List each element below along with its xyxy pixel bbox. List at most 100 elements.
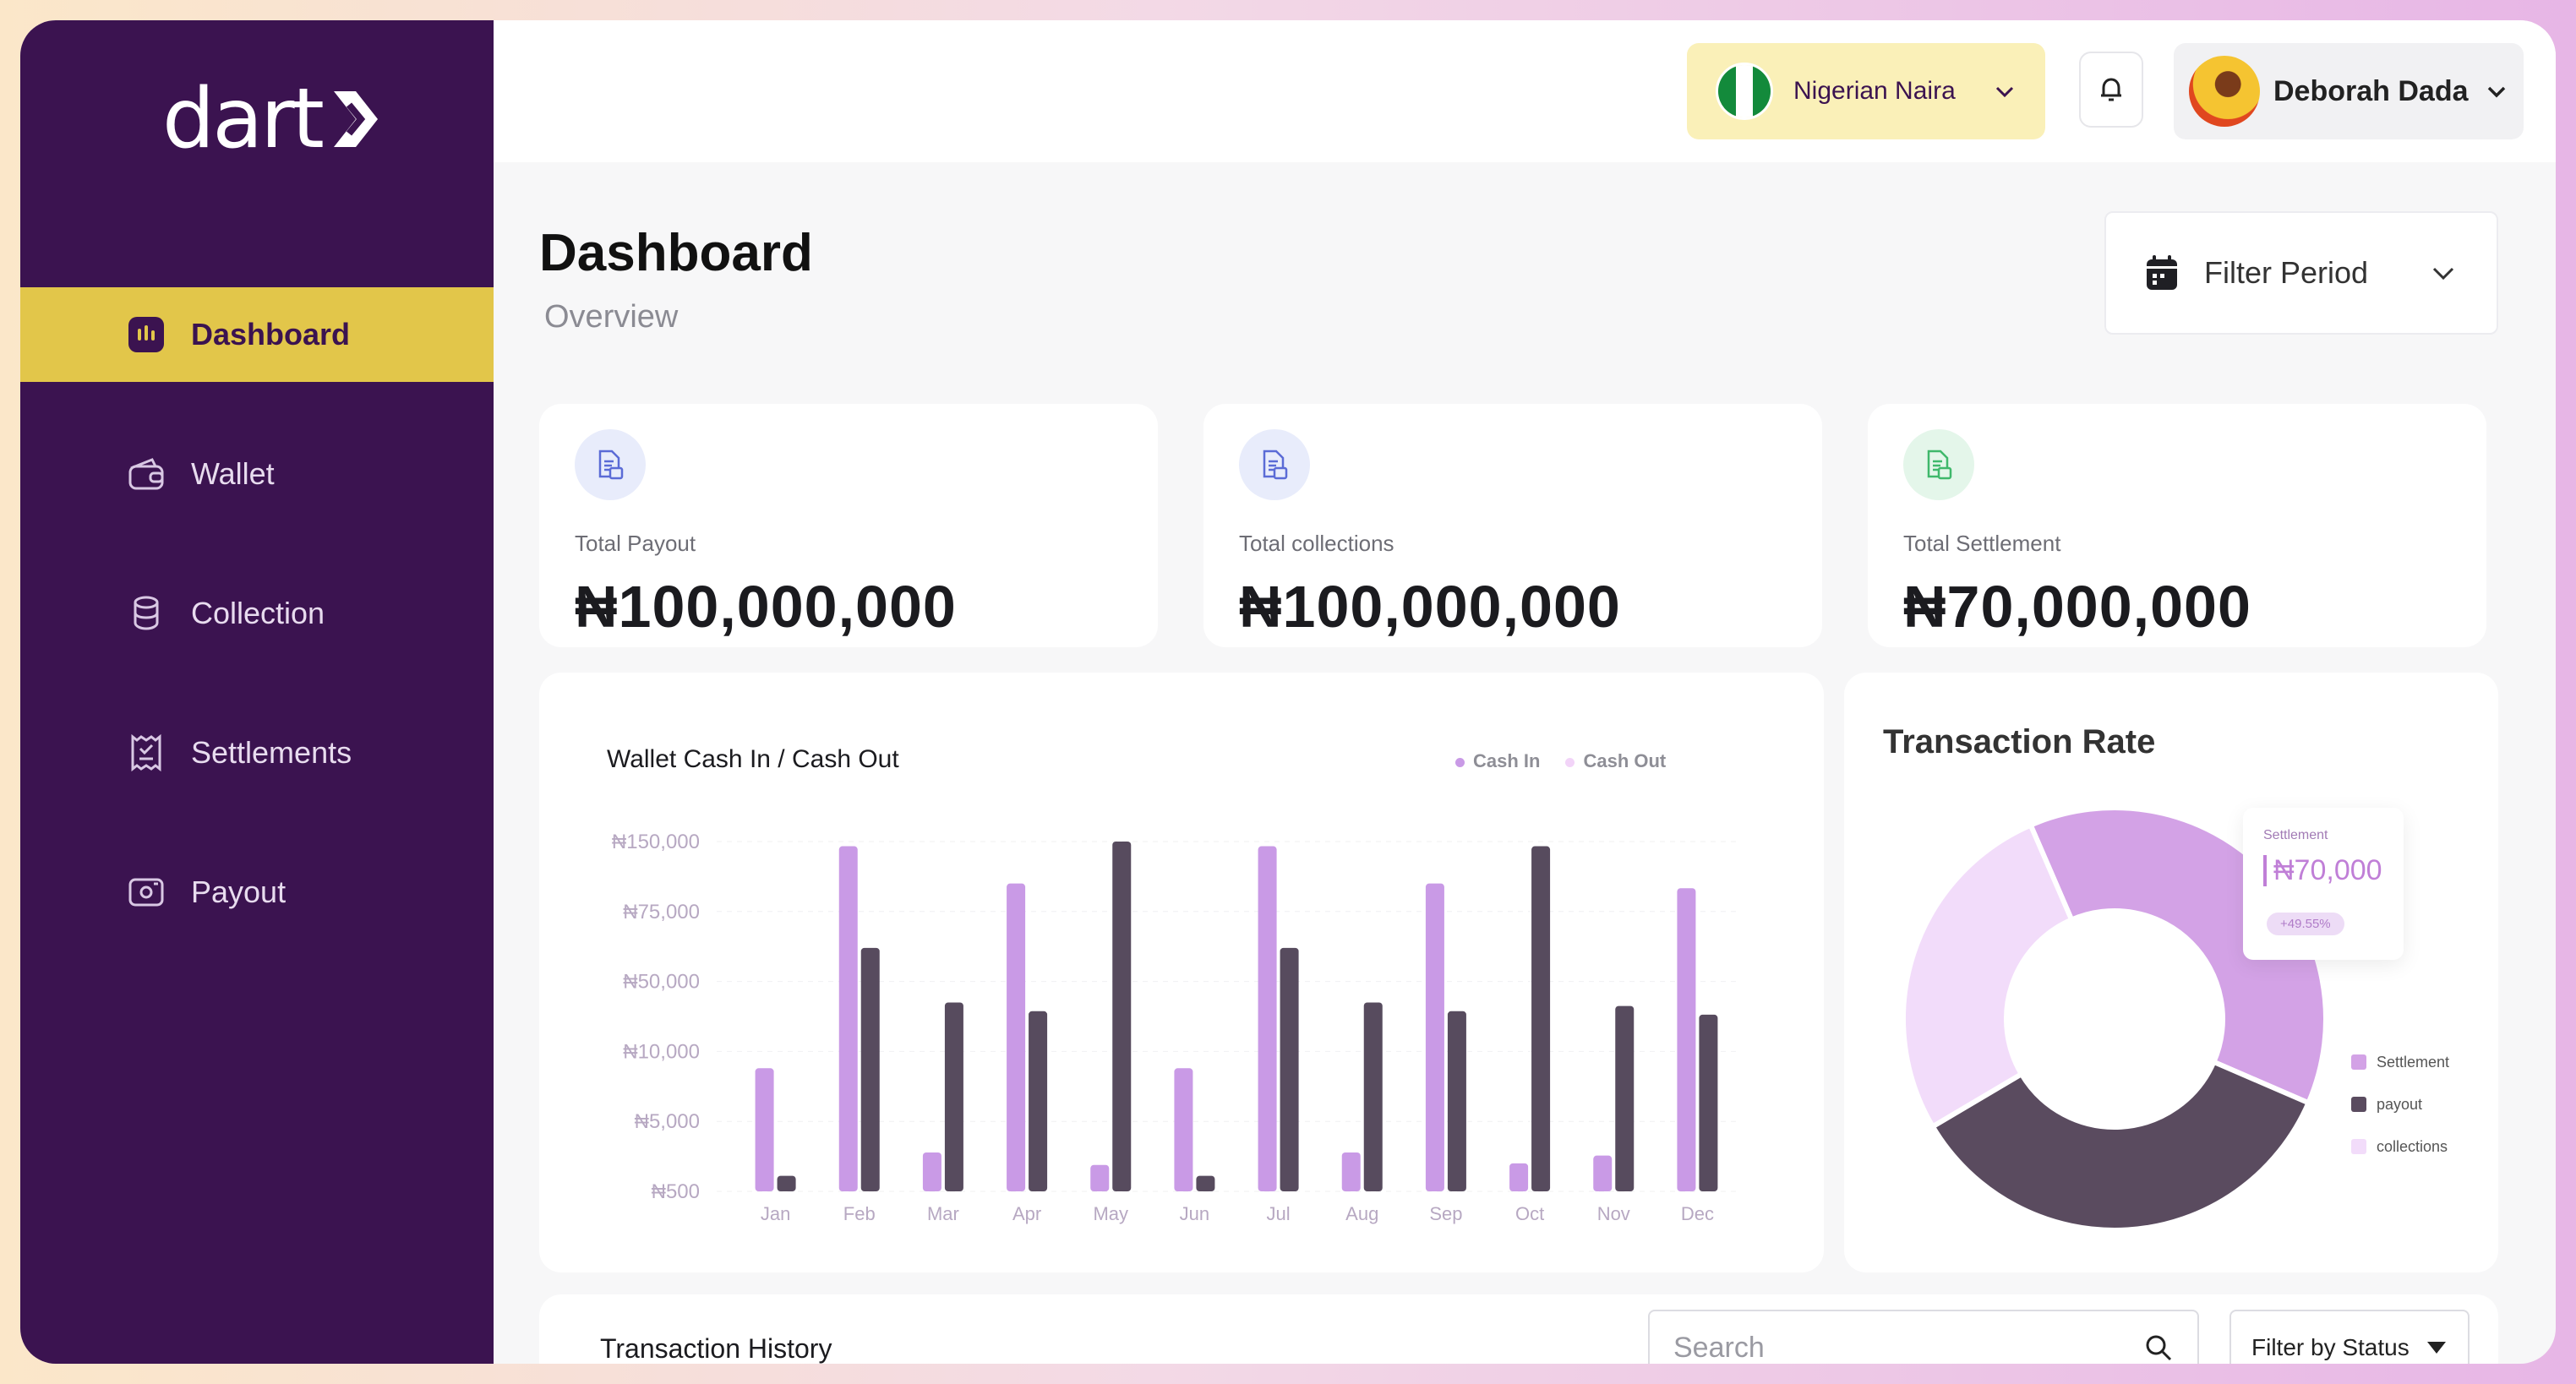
bar-cash-in[interactable]: [922, 1152, 941, 1191]
chevron-down-icon: [1995, 86, 2014, 98]
bar-cash-in[interactable]: [755, 1068, 774, 1191]
document-icon: [575, 429, 646, 500]
x-tick-label: Mar: [927, 1203, 959, 1224]
page-title: Dashboard: [539, 224, 813, 282]
cash-flow-chart-card: Wallet Cash In / Cash Out Cash In Cash O…: [539, 673, 1824, 1272]
bar-cash-out[interactable]: [1531, 846, 1551, 1191]
legend-collections[interactable]: collections: [2351, 1125, 2449, 1168]
donut-slice-collections[interactable]: [1901, 821, 2076, 1131]
wallet-icon: [128, 458, 164, 490]
sidebar-item-label: Dashboard: [191, 317, 351, 351]
sidebar-nav: Dashboard Wallet Collection Settlements …: [20, 287, 494, 984]
app-frame: dart Dashboard Wallet Collection Settlem…: [20, 20, 2556, 1364]
avatar: [2189, 56, 2260, 127]
notification-button[interactable]: [2079, 52, 2143, 128]
sidebar-item-settlements[interactable]: Settlements: [20, 706, 494, 800]
document-icon: [1239, 429, 1310, 500]
calendar-icon: [2147, 255, 2177, 290]
search-placeholder: Search: [1673, 1331, 1765, 1364]
x-tick-label: Jun: [1180, 1203, 1209, 1224]
receipt-icon: [131, 733, 161, 772]
donut-chart: [1901, 805, 2328, 1233]
bar-cash-in[interactable]: [1509, 1163, 1529, 1191]
sidebar-item-label: Payout: [191, 875, 287, 909]
payout-icon: [128, 878, 164, 907]
y-tick-label: ₦500: [652, 1180, 700, 1203]
y-tick-label: ₦5,000: [635, 1110, 700, 1133]
logo[interactable]: dart: [162, 73, 381, 166]
search-icon: [2146, 1335, 2172, 1361]
currency-selector[interactable]: Nigerian Naira: [1687, 43, 2045, 139]
stat-label: Total Payout: [575, 531, 696, 556]
bar-cash-out[interactable]: [1363, 1002, 1383, 1191]
sidebar-item-collection[interactable]: Collection: [20, 566, 494, 661]
x-tick-label: Apr: [1012, 1203, 1041, 1224]
tooltip-change-badge: +49.55%: [2267, 913, 2344, 935]
bell-icon: [2101, 78, 2121, 101]
legend-payout[interactable]: payout: [2351, 1083, 2449, 1125]
coins-icon: [134, 596, 159, 630]
x-tick-label: Dec: [1681, 1203, 1714, 1224]
x-tick-label: Jan: [761, 1203, 790, 1224]
bar-cash-out[interactable]: [1029, 1011, 1048, 1191]
status-filter-dropdown[interactable]: Filter by Status: [2229, 1310, 2470, 1364]
caret-down-icon: [2427, 1342, 2446, 1354]
bar-cash-in[interactable]: [1341, 1152, 1361, 1191]
legend-settlement[interactable]: Settlement: [2351, 1041, 2449, 1083]
document-icon: [1903, 429, 1974, 500]
nigeria-flag-icon: [1716, 63, 1773, 120]
bar-cash-in[interactable]: [1174, 1068, 1193, 1191]
sidebar-item-payout[interactable]: Payout: [20, 845, 494, 940]
bar-cash-in[interactable]: [1425, 883, 1444, 1191]
filter-period-label: Filter Period: [2204, 255, 2369, 290]
x-tick-label: Oct: [1515, 1203, 1544, 1224]
bar-cash-out[interactable]: [1112, 842, 1132, 1191]
tooltip-label: Settlement: [2263, 828, 2328, 842]
x-tick-label: Feb: [843, 1203, 876, 1224]
sidebar-item-label: Wallet: [191, 456, 275, 491]
filter-period-dropdown[interactable]: Filter Period: [2104, 211, 2498, 335]
bar-cash-in[interactable]: [1677, 888, 1696, 1191]
sidebar: dart Dashboard Wallet Collection Settlem…: [20, 20, 494, 1364]
search-input[interactable]: Search: [1648, 1310, 2199, 1364]
sidebar-item-wallet[interactable]: Wallet: [20, 427, 494, 521]
y-tick-label: ₦10,000: [623, 1040, 700, 1063]
bar-cash-out[interactable]: [1615, 1005, 1635, 1191]
bar-cash-out[interactable]: [944, 1002, 963, 1191]
sidebar-item-label: Collection: [191, 596, 325, 630]
stat-value: ₦100,000,000: [575, 574, 957, 640]
bar-cash-in[interactable]: [1593, 1155, 1613, 1191]
status-filter-label: Filter by Status: [2251, 1334, 2410, 1360]
bar-cash-in[interactable]: [1258, 846, 1277, 1191]
user-name: Deborah Dada: [2273, 74, 2469, 107]
page-subtitle: Overview: [544, 299, 679, 335]
bar-cash-out[interactable]: [860, 947, 880, 1191]
x-tick-label: Sep: [1429, 1203, 1462, 1224]
bar-cash-in[interactable]: [1007, 883, 1026, 1191]
sidebar-item-label: Settlements: [191, 735, 352, 770]
chart-tooltip: Settlement ₦70,000 +49.55%: [2243, 808, 2404, 960]
x-tick-label: May: [1093, 1203, 1128, 1224]
x-tick-label: Nov: [1597, 1203, 1630, 1224]
stat-value: ₦70,000,000: [1903, 574, 2251, 640]
bar-cash-out[interactable]: [1447, 1011, 1466, 1191]
y-tick-label: ₦150,000: [612, 831, 700, 853]
bar-cash-in[interactable]: [838, 846, 858, 1191]
stat-card-total-payout: Total Payout ₦100,000,000: [539, 404, 1158, 647]
stat-card-total-collections: Total collections ₦100,000,000: [1203, 404, 1822, 647]
bar-chart: ₦150,000 ₦75,000 ₦50,000 ₦10,000 ₦5,000 ₦500 J…: [612, 831, 1739, 1224]
user-menu[interactable]: Deborah Dada: [2174, 43, 2524, 139]
bar-cash-out[interactable]: [1699, 1014, 1718, 1191]
bar-cash-out[interactable]: [1280, 947, 1299, 1191]
transaction-rate-card: Transaction Rate Settlement ₦70,000 +49.…: [1844, 673, 2498, 1272]
sidebar-item-dashboard[interactable]: Dashboard: [20, 287, 494, 382]
x-tick-label: Jul: [1267, 1203, 1291, 1224]
transaction-history-title: Transaction History: [600, 1333, 832, 1364]
bar-cash-out[interactable]: [1196, 1175, 1215, 1191]
bar-cash-out[interactable]: [777, 1175, 796, 1191]
x-tick-label: Aug: [1345, 1203, 1378, 1224]
y-tick-label: ₦75,000: [623, 901, 700, 924]
bar-cash-in[interactable]: [1090, 1164, 1110, 1191]
chevron-down-icon: [2432, 267, 2454, 281]
topbar: Nigerian Naira Deborah Dada: [494, 20, 2556, 162]
